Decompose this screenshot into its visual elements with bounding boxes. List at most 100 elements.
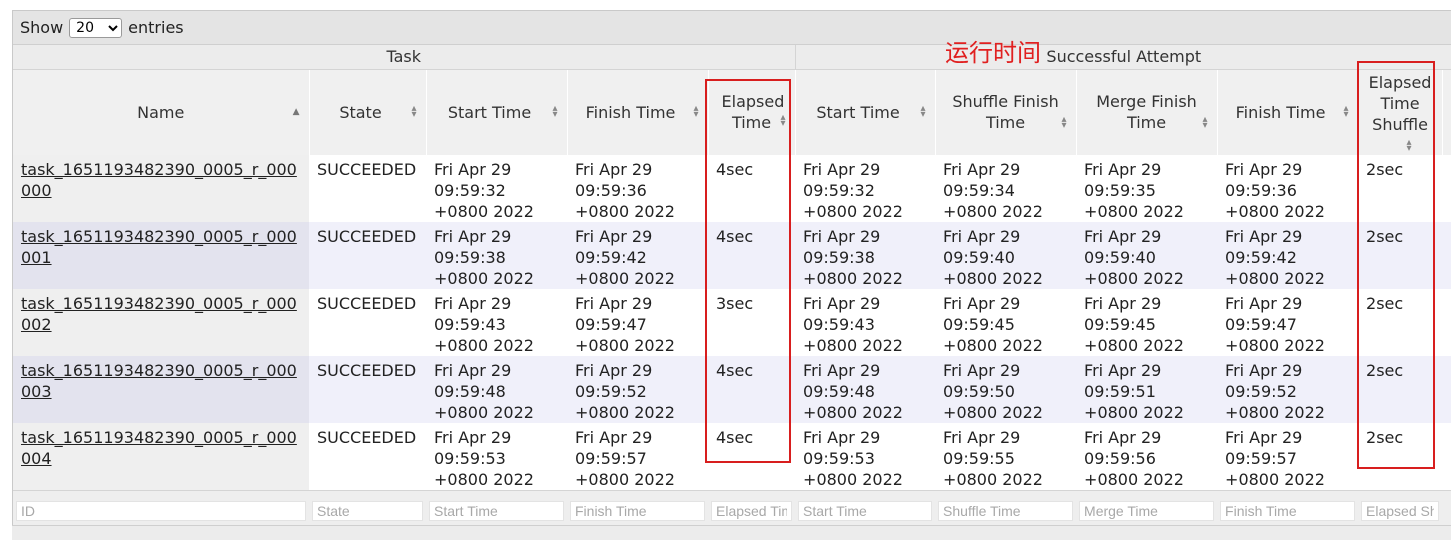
- task-link[interactable]: task_1651193482390_0005_r_000004: [21, 428, 297, 468]
- cell-attempt-finish-time: Fri Apr 29 09:59:42 +0800 2022: [1217, 222, 1359, 289]
- cell-elapsed-time-shuffle: 2sec: [1358, 155, 1443, 222]
- task-link[interactable]: task_1651193482390_0005_r_000003: [21, 361, 297, 401]
- task-group-header: Task: [13, 45, 796, 70]
- col-header-elapsed-time-shuffle[interactable]: Elapsed Time Shuffle: [1358, 69, 1443, 155]
- cell-attempt-start-time: Fri Apr 29 09:59:43 +0800 2022: [795, 289, 936, 356]
- cell-elapsed-time: 3sec: [708, 289, 796, 356]
- col-header-shuffle-finish-time[interactable]: Shuffle Finish Time: [935, 69, 1077, 155]
- filter-attempt-finish-time-input[interactable]: [1220, 500, 1356, 521]
- cell-merge-finish-time: Fri Apr 29 09:59:45 +0800 2022: [1076, 289, 1218, 356]
- cell-start-time: Fri Apr 29 09:59:38 +0800 2022: [426, 222, 567, 289]
- cell-task-name: task_1651193482390_0005_r_000004: [13, 423, 309, 491]
- col-label-attempt-finish-time: Finish Time: [1235, 102, 1326, 122]
- cell-elapsed-time-shuffle: 2sec: [1358, 423, 1443, 491]
- sort-both-icon: [921, 106, 926, 118]
- sort-both-icon: [693, 106, 698, 118]
- cell-state: SUCCEEDED: [309, 423, 426, 491]
- cell-attempt-start-time: Fri Apr 29 09:59:38 +0800 2022: [795, 222, 936, 289]
- filter-finish-time-input[interactable]: [570, 500, 705, 521]
- col-label-attempt-start-time: Start Time: [816, 102, 900, 122]
- cell-shuffle-finish-time: Fri Apr 29 09:59:34 +0800 2022: [935, 155, 1077, 222]
- row-spacer: [1442, 222, 1451, 289]
- cell-state: SUCCEEDED: [309, 356, 426, 423]
- table-row: task_1651193482390_0005_r_000000 SUCCEEDE…: [13, 155, 1451, 222]
- table-row: task_1651193482390_0005_r_000002 SUCCEEDE…: [13, 289, 1451, 356]
- table-row: task_1651193482390_0005_r_000003 SUCCEEDE…: [13, 356, 1451, 423]
- col-header-start-time[interactable]: Start Time: [426, 69, 568, 155]
- table-footer-bar: [12, 525, 1451, 540]
- cell-task-name: task_1651193482390_0005_r_000003: [13, 356, 309, 423]
- tasks-table-panel: Show 102050100 entries Task Successful A…: [12, 10, 1451, 539]
- cell-elapsed-time-shuffle: 2sec: [1358, 289, 1443, 356]
- successful-attempt-group-header: Successful Attempt: [795, 45, 1451, 70]
- sort-both-icon: [411, 106, 416, 118]
- col-header-state[interactable]: State: [309, 69, 427, 155]
- cell-state: SUCCEEDED: [309, 289, 426, 356]
- col-label-state: State: [339, 102, 382, 122]
- cell-attempt-start-time: Fri Apr 29 09:59:53 +0800 2022: [795, 423, 936, 491]
- cell-finish-time: Fri Apr 29 09:59:52 +0800 2022: [567, 356, 708, 423]
- sort-asc-icon: [293, 109, 300, 115]
- filter-shuffle-time-input[interactable]: [938, 500, 1074, 521]
- sort-both-icon: [1203, 117, 1208, 129]
- col-label-name: Name: [137, 102, 185, 122]
- column-header-row: Name State Start Time Finish Time Elapse…: [13, 69, 1451, 155]
- cell-start-time: Fri Apr 29 09:59:43 +0800 2022: [426, 289, 567, 356]
- table-body: task_1651193482390_0005_r_000000 SUCCEEDE…: [13, 155, 1451, 491]
- cell-elapsed-time-shuffle: 2sec: [1358, 356, 1443, 423]
- filter-id-input[interactable]: [16, 500, 306, 521]
- col-header-attempt-finish-time[interactable]: Finish Time: [1217, 69, 1359, 155]
- col-header-name[interactable]: Name: [13, 69, 310, 155]
- cell-attempt-finish-time: Fri Apr 29 09:59:36 +0800 2022: [1217, 155, 1359, 222]
- task-link[interactable]: task_1651193482390_0005_r_000002: [21, 294, 297, 334]
- col-label-finish-time: Finish Time: [585, 102, 676, 122]
- cell-shuffle-finish-time: Fri Apr 29 09:59:40 +0800 2022: [935, 222, 1077, 289]
- cell-elapsed-time: 4sec: [708, 155, 796, 222]
- table-row: task_1651193482390_0005_r_000001 SUCCEEDE…: [13, 222, 1451, 289]
- filter-attempt-start-time-input[interactable]: [798, 500, 933, 521]
- cell-attempt-finish-time: Fri Apr 29 09:59:57 +0800 2022: [1217, 423, 1359, 491]
- row-spacer: [1442, 423, 1451, 491]
- col-header-finish-time[interactable]: Finish Time: [567, 69, 709, 155]
- cell-merge-finish-time: Fri Apr 29 09:59:56 +0800 2022: [1076, 423, 1218, 491]
- cell-finish-time: Fri Apr 29 09:59:57 +0800 2022: [567, 423, 708, 491]
- filter-state-input[interactable]: [312, 500, 423, 521]
- cell-state: SUCCEEDED: [309, 155, 426, 222]
- cell-finish-time: Fri Apr 29 09:59:47 +0800 2022: [567, 289, 708, 356]
- cell-task-name: task_1651193482390_0005_r_000001: [13, 222, 309, 289]
- col-header-merge-finish-time[interactable]: Merge Finish Time: [1076, 69, 1218, 155]
- filter-elapsed-time-input[interactable]: [711, 500, 793, 521]
- show-label: Show: [20, 18, 64, 37]
- cell-attempt-start-time: Fri Apr 29 09:59:48 +0800 2022: [795, 356, 936, 423]
- filter-start-time-input[interactable]: [429, 500, 564, 521]
- col-header-elapsed-time[interactable]: Elapsed Time: [708, 69, 796, 155]
- cell-attempt-start-time: Fri Apr 29 09:59:32 +0800 2022: [795, 155, 936, 222]
- sort-both-icon: [781, 115, 786, 127]
- sort-both-icon: [1407, 140, 1412, 152]
- table-length-bar: Show 102050100 entries: [13, 11, 1451, 45]
- row-spacer: [1442, 356, 1451, 423]
- col-label-elapsed-time-shuffle: Elapsed Time Shuffle: [1368, 72, 1432, 134]
- cell-shuffle-finish-time: Fri Apr 29 09:59:55 +0800 2022: [935, 423, 1077, 491]
- task-link[interactable]: task_1651193482390_0005_r_000000: [21, 160, 297, 200]
- task-link[interactable]: task_1651193482390_0005_r_000001: [21, 227, 297, 267]
- cell-merge-finish-time: Fri Apr 29 09:59:35 +0800 2022: [1076, 155, 1218, 222]
- cell-merge-finish-time: Fri Apr 29 09:59:40 +0800 2022: [1076, 222, 1218, 289]
- entries-per-page-select[interactable]: 102050100: [69, 17, 123, 38]
- annotation-run-time-label: 运行时间: [945, 39, 1041, 67]
- col-label-start-time: Start Time: [447, 102, 532, 122]
- cell-state: SUCCEEDED: [309, 222, 426, 289]
- cell-elapsed-time: 4sec: [708, 222, 796, 289]
- cell-finish-time: Fri Apr 29 09:59:42 +0800 2022: [567, 222, 708, 289]
- cell-attempt-finish-time: Fri Apr 29 09:59:47 +0800 2022: [1217, 289, 1359, 356]
- row-spacer: [1442, 155, 1451, 222]
- filter-merge-time-input[interactable]: [1079, 500, 1215, 521]
- col-header-attempt-start-time[interactable]: Start Time: [795, 69, 936, 155]
- col-label-elapsed-time: Elapsed Time: [721, 92, 785, 133]
- cell-elapsed-time: 4sec: [708, 423, 796, 491]
- cell-attempt-finish-time: Fri Apr 29 09:59:52 +0800 2022: [1217, 356, 1359, 423]
- filter-elapsed-shuffle-input[interactable]: [1361, 500, 1440, 521]
- sort-both-icon: [1062, 117, 1067, 129]
- col-label-shuffle-finish-time: Shuffle Finish Time: [952, 92, 1059, 133]
- cell-task-name: task_1651193482390_0005_r_000000: [13, 155, 309, 222]
